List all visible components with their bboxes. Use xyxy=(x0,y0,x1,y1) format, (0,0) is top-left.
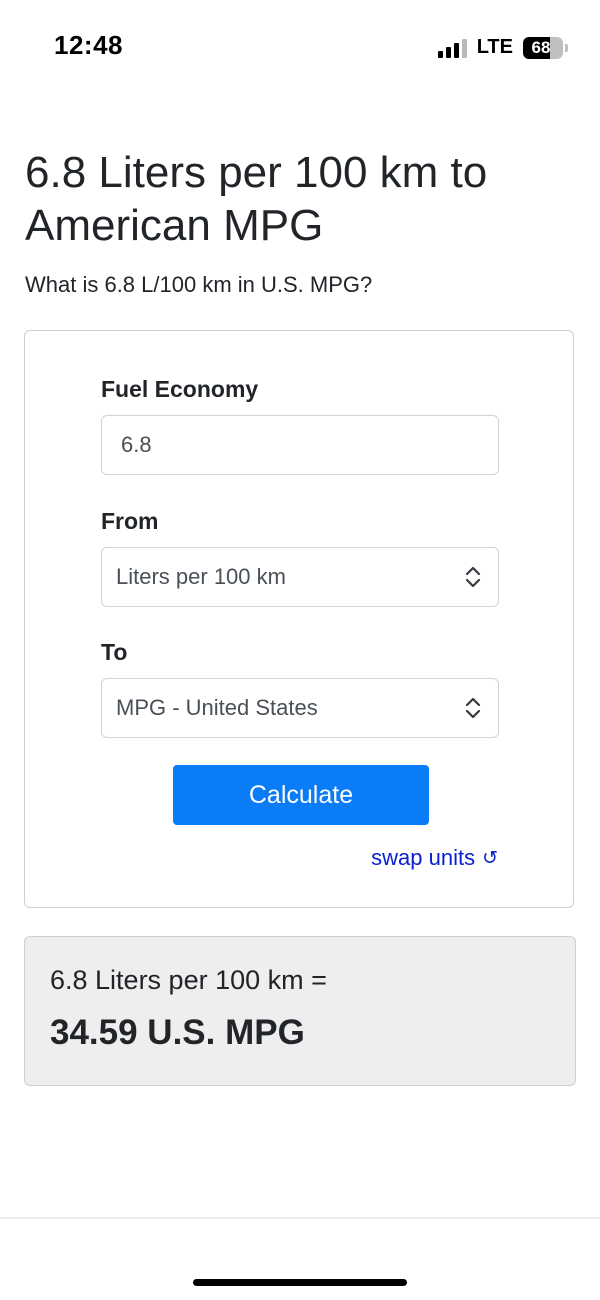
bottom-divider xyxy=(0,1217,600,1219)
cellular-signal-icon xyxy=(437,38,467,58)
fuel-economy-label: Fuel Economy xyxy=(101,376,259,402)
status-indicators: LTE 68 xyxy=(437,36,568,59)
calculate-button[interactable]: Calculate xyxy=(173,765,429,825)
page-title: 6.8 Liters per 100 km to American MPG xyxy=(25,148,488,250)
to-unit-select[interactable]: MPG - United States xyxy=(101,678,499,738)
from-label: From xyxy=(101,508,159,534)
battery-cap xyxy=(565,43,568,52)
from-unit-select[interactable]: Liters per 100 km xyxy=(101,547,499,607)
swap-icon: ↺ xyxy=(482,847,498,869)
to-unit-value: MPG - United States xyxy=(116,695,318,720)
select-updown-icon xyxy=(465,697,481,719)
status-time: 12:48 xyxy=(54,30,123,60)
to-label: To xyxy=(101,639,128,665)
from-unit-value: Liters per 100 km xyxy=(116,564,286,589)
swap-units-label: swap units xyxy=(371,845,476,870)
fuel-economy-input[interactable] xyxy=(101,415,499,475)
home-indicator[interactable] xyxy=(193,1279,407,1286)
battery-icon: 68 xyxy=(523,36,563,59)
converter-card: Fuel Economy From Liters per 100 km To M… xyxy=(24,330,574,908)
swap-units-link[interactable]: swap units ↺ xyxy=(371,845,498,871)
result-equation: 6.8 Liters per 100 km = xyxy=(50,965,327,995)
status-bar: 12:48 LTE 68 xyxy=(0,0,600,96)
page-subtitle: What is 6.8 L/100 km in U.S. MPG? xyxy=(25,272,373,297)
network-type: LTE xyxy=(476,36,513,58)
select-updown-icon xyxy=(465,566,481,588)
result-box: 6.8 Liters per 100 km = 34.59 U.S. MPG xyxy=(24,936,576,1086)
battery-level: 68 xyxy=(531,37,551,57)
result-value: 34.59 U.S. MPG xyxy=(50,1013,305,1052)
